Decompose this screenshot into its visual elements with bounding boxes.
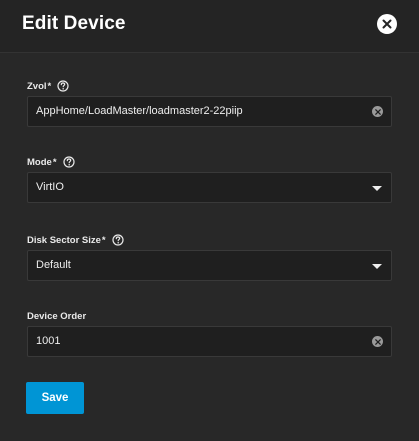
device-order-input[interactable]: 1001 (27, 326, 392, 357)
chevron-down-icon[interactable] (372, 264, 382, 269)
required-mark: * (47, 80, 52, 92)
dialog-header: Edit Device (0, 0, 419, 53)
mode-label: Mode (27, 156, 52, 168)
dialog-title: Edit Device (22, 13, 126, 34)
device-order-label-group: Device Order (27, 309, 86, 323)
disk-sector-size-select[interactable]: Default (27, 250, 392, 281)
disk-sector-size-value: Default (36, 259, 71, 271)
zvol-input[interactable]: AppHome/LoadMaster/loadmaster2-22piip (27, 96, 392, 127)
zvol-label-group: Zvol * (27, 79, 69, 93)
help-icon[interactable] (112, 234, 124, 246)
disk-sector-size-label-group: Disk Sector Size * (27, 233, 124, 247)
help-icon[interactable] (57, 80, 69, 92)
zvol-label: Zvol (27, 80, 47, 92)
close-icon (382, 19, 392, 29)
clear-icon[interactable] (372, 106, 383, 117)
close-button[interactable] (377, 14, 397, 34)
mode-select[interactable]: VirtIO (27, 172, 392, 203)
required-mark: * (52, 156, 57, 168)
save-button[interactable]: Save (26, 382, 84, 414)
help-icon[interactable] (62, 156, 75, 168)
device-order-label: Device Order (27, 310, 87, 322)
required-mark: * (101, 234, 106, 246)
zvol-value[interactable]: AppHome/LoadMaster/loadmaster2-22piip (36, 105, 243, 117)
disk-sector-size-label: Disk Sector Size (27, 234, 101, 246)
mode-label-group: Mode * (27, 155, 75, 169)
clear-icon[interactable] (372, 336, 383, 347)
device-order-value[interactable]: 1001 (36, 335, 60, 347)
mode-value: VirtIO (36, 181, 64, 193)
edit-device-dialog: Edit Device Zvol * AppHome/LoadMaster/lo… (0, 0, 419, 441)
chevron-down-icon[interactable] (372, 186, 382, 191)
